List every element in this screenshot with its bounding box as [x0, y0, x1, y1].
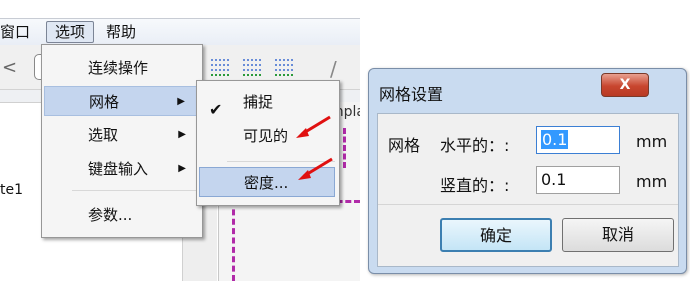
options-menu: 连续操作 网格 ▶ 选取 ▶ 键盘输入 ▶ 参数...: [41, 44, 203, 238]
submenu-item-snap[interactable]: ✔ 捕捉: [199, 87, 335, 119]
grid-toolbar-icon[interactable]: [240, 55, 266, 79]
menu-item-grid[interactable]: 网格 ▶: [44, 86, 200, 116]
vertical-input[interactable]: 0.1: [536, 166, 620, 194]
grid-group-label: 网格: [388, 136, 421, 155]
cancel-button[interactable]: 取消: [562, 218, 674, 252]
app-window: 窗口 选项 帮助 < / te1 mpla 连续操作 网格 ▶: [0, 0, 360, 281]
horizontal-unit: mm: [636, 132, 668, 151]
dialog-separator: [378, 204, 678, 205]
menu-item-continuous[interactable]: 连续操作: [44, 53, 200, 83]
red-arrow-icon: [298, 157, 333, 180]
grid-settings-dialog: 网格设置 X 网格 水平的：: 0.1 mm 竖直的：: 0.1 mm 确定 取…: [368, 68, 687, 274]
ok-button[interactable]: 确定: [440, 218, 552, 252]
menu-bar: 窗口 选项 帮助: [0, 18, 360, 46]
menu-item-params[interactable]: 参数...: [44, 200, 200, 230]
dialog-body: 网格 水平的：: 0.1 mm 竖直的：: 0.1 mm 确定 取消: [377, 113, 679, 267]
vertical-unit: mm: [636, 172, 668, 191]
menu-item-keyboard[interactable]: 键盘输入 ▶: [44, 154, 200, 184]
grid-toolbar-icon[interactable]: [208, 55, 234, 79]
vertical-value: 0.1: [541, 170, 567, 189]
grid-boundary-line: [232, 200, 235, 281]
submenu-item-label: 可见的: [243, 127, 289, 145]
menu-item-label: 网格: [89, 93, 120, 111]
red-arrow-icon: [296, 115, 331, 138]
horizontal-value: 0.1: [541, 130, 569, 149]
menu-item-label: 参数...: [88, 206, 133, 224]
close-icon[interactable]: X: [601, 73, 649, 97]
submenu-arrow-icon: ▶: [177, 96, 185, 107]
menu-item-select[interactable]: 选取 ▶: [44, 120, 200, 150]
document-label: te1: [0, 182, 24, 198]
grid-submenu: ✔ 捕捉 可见的 密度...: [196, 80, 340, 206]
menu-separator: [72, 190, 198, 191]
horizontal-label: 水平的：:: [440, 136, 510, 155]
vertical-label: 竖直的：:: [440, 176, 510, 195]
menu-help[interactable]: 帮助: [106, 22, 136, 42]
left-arrow-icon[interactable]: <: [2, 57, 17, 78]
menu-item-label: 键盘输入: [88, 160, 149, 178]
menu-window[interactable]: 窗口: [0, 22, 30, 42]
submenu-arrow-icon: ▶: [178, 163, 186, 174]
horizontal-input[interactable]: 0.1: [536, 126, 620, 154]
grid-boundary-line: [343, 128, 346, 168]
toolbar-separator: /: [330, 57, 337, 81]
dialog-title: 网格设置: [379, 85, 444, 104]
submenu-item-label: 捕捉: [243, 93, 274, 111]
menu-item-label: 选取: [88, 126, 119, 144]
submenu-item-label: 密度...: [244, 174, 289, 192]
submenu-arrow-icon: ▶: [178, 129, 186, 140]
menu-item-label: 连续操作: [88, 59, 149, 77]
grid-toolbar-icon[interactable]: [272, 55, 298, 79]
menu-options[interactable]: 选项: [46, 21, 94, 43]
